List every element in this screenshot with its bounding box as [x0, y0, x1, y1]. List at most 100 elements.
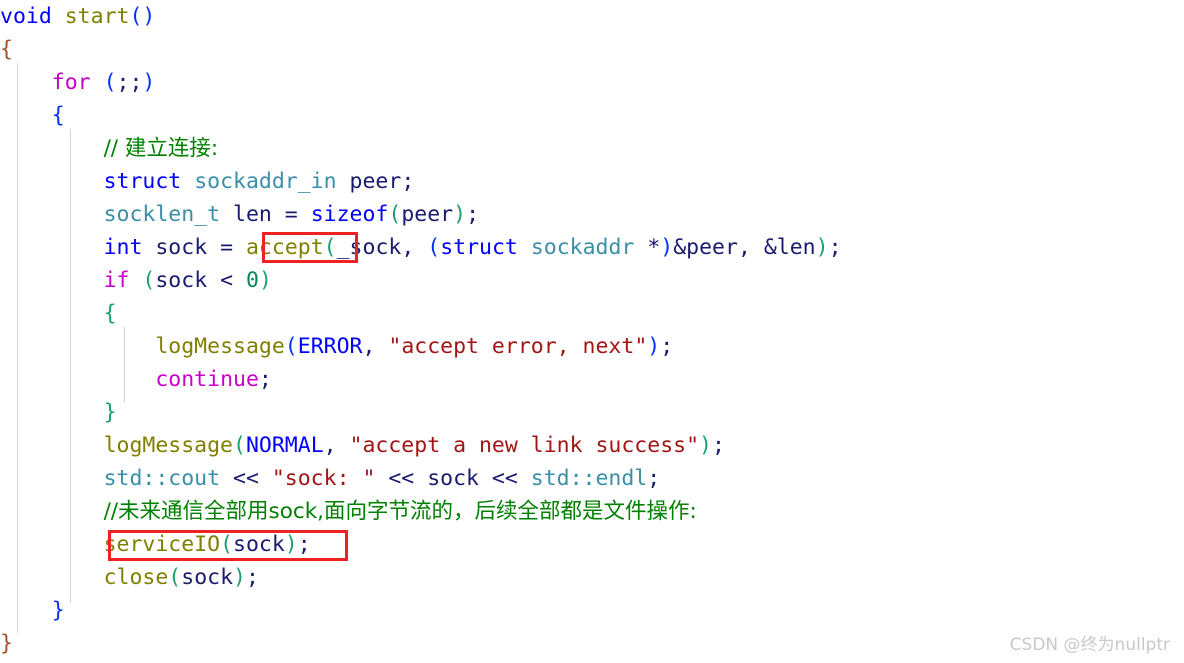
code-line-4: {: [0, 99, 65, 132]
code-line-14: logMessage(NORMAL, "accept a new link su…: [0, 429, 725, 462]
token-semicolon: ;: [245, 565, 259, 590]
token-paren-close: ): [699, 433, 712, 458]
token-less-than: <: [207, 268, 246, 293]
token-comment-chinese-2: //未来通信全部用sock,面向字节流的，后续全部都是文件操作:: [103, 499, 697, 524]
token-paren-open: (: [233, 433, 246, 458]
token-assign: =: [271, 202, 311, 227]
token-keyword-int: int: [103, 235, 143, 260]
token-assign: =: [207, 235, 246, 260]
csdn-watermark: CSDN @终为nullptr: [1009, 635, 1170, 655]
code-line-2: {: [0, 33, 13, 66]
code-line-13: }: [0, 396, 117, 429]
token-comma: ,: [323, 433, 350, 458]
code-editor-surface: void start() { for (;;) { // 建立连接: struc…: [0, 0, 1184, 663]
token-paren: (): [129, 4, 156, 29]
token-function-logmessage: logMessage: [103, 433, 234, 458]
token-variable-sock: sock: [155, 268, 208, 293]
token-brace-open-level3: {: [103, 301, 117, 326]
code-line-17: serviceIO(sock);: [0, 528, 311, 561]
code-line-7: socklen_t len = sizeof(peer);: [0, 198, 479, 231]
token-variable-sock: sock: [181, 565, 234, 590]
token-variable-sock: sock: [155, 235, 208, 260]
token-type-socklen-t: socklen_t: [103, 202, 221, 227]
code-line-16: //未来通信全部用sock,面向字节流的，后续全部都是文件操作:: [0, 495, 697, 528]
token-brace-close-level1: }: [0, 631, 13, 656]
token-string-accept-error: "accept error, next": [388, 334, 648, 359]
token-string-accept-success: "accept a new link success": [349, 433, 700, 458]
token-function-serviceio: serviceIO: [103, 532, 221, 557]
token-comma: ,: [401, 235, 428, 260]
token-comma: ,: [737, 235, 764, 260]
token-variable-underscore-sock: _sock: [336, 235, 402, 260]
code-line-3: for (;;): [0, 66, 156, 99]
token-comma: ,: [362, 334, 389, 359]
token-paren-close-cast: ): [660, 235, 674, 260]
token-semicolon: ;: [466, 202, 480, 227]
token-semicolon: ;: [401, 169, 415, 194]
token-semicolon: ;: [258, 367, 272, 392]
token-comment-chinese-1: // 建立连接:: [103, 136, 219, 161]
token-stream-operator: <<: [375, 466, 428, 491]
token-semicolons: ;;: [116, 70, 143, 95]
token-std-endl: std::endl: [530, 466, 648, 491]
token-type-sockaddr-in: sockaddr_in: [194, 169, 337, 194]
token-number-zero: 0: [245, 268, 259, 293]
code-line-6: struct sockaddr_in peer;: [0, 165, 415, 198]
token-keyword-void: void: [0, 4, 52, 29]
code-line-19: }: [0, 594, 65, 627]
token-semicolon: ;: [711, 433, 725, 458]
token-paren-open: (: [284, 334, 298, 359]
code-line-10: {: [0, 297, 117, 330]
code-line-18: close(sock);: [0, 561, 259, 594]
token-variable-len: len: [233, 202, 272, 227]
token-keyword-for: for: [51, 70, 91, 95]
code-line-5: // 建立连接:: [0, 132, 219, 165]
token-keyword-if: if: [103, 268, 130, 293]
token-semicolon: ;: [297, 532, 311, 557]
token-brace-open-level1: {: [0, 37, 13, 62]
token-address-of-len: &len: [763, 235, 816, 260]
token-keyword-sizeof: sizeof: [310, 202, 389, 227]
token-semicolon: ;: [647, 466, 661, 491]
code-line-8: int sock = accept(_sock, (struct sockadd…: [0, 231, 842, 264]
token-paren-open: (: [103, 70, 117, 95]
token-brace-close-level2: }: [51, 598, 65, 623]
token-paren-close: ): [258, 268, 272, 293]
token-brace-open-level2: {: [51, 103, 65, 128]
token-paren-open: (: [142, 268, 156, 293]
code-line-1: void start(): [0, 0, 155, 33]
code-line-15: std::cout << "sock: " << sock << std::en…: [0, 462, 661, 495]
token-keyword-continue: continue: [155, 367, 259, 392]
token-variable-sock: sock: [233, 532, 285, 557]
token-type-sockaddr: sockaddr: [530, 235, 635, 260]
token-std-cout: std::cout: [103, 466, 221, 491]
token-constant-error: ERROR: [297, 334, 363, 359]
token-semicolon: ;: [828, 235, 842, 260]
token-paren-open: (: [220, 532, 234, 557]
token-stream-operator: <<: [220, 466, 272, 491]
token-address-of-peer: &peer: [673, 235, 738, 260]
token-paren-open-cast: (: [427, 235, 441, 260]
token-brace-close-level3: }: [103, 400, 117, 425]
token-variable-peer: peer: [349, 169, 402, 194]
token-keyword-struct: struct: [440, 235, 518, 260]
code-line-20: }: [0, 627, 13, 660]
token-stream-operator: <<: [478, 466, 531, 491]
token-variable-sock: sock: [427, 466, 479, 491]
token-paren-open: (: [323, 235, 337, 260]
token-string-sock-label: "sock: ": [271, 466, 376, 491]
token-paren-close: ): [815, 235, 829, 260]
token-keyword-struct: struct: [103, 169, 182, 194]
token-paren-close: ): [233, 565, 246, 590]
token-constant-normal: NORMAL: [245, 433, 324, 458]
token-paren-open: (: [388, 202, 402, 227]
token-paren-close: ): [453, 202, 467, 227]
code-line-9: if (sock < 0): [0, 264, 272, 297]
token-paren-close: ): [647, 334, 661, 359]
code-line-12: continue;: [0, 363, 272, 396]
token-function-start: start: [64, 4, 130, 29]
token-function-accept: accept: [245, 235, 324, 260]
code-line-11: logMessage(ERROR, "accept error, next");: [0, 330, 673, 363]
token-function-close: close: [103, 565, 169, 590]
token-pointer-star: *: [634, 235, 661, 260]
